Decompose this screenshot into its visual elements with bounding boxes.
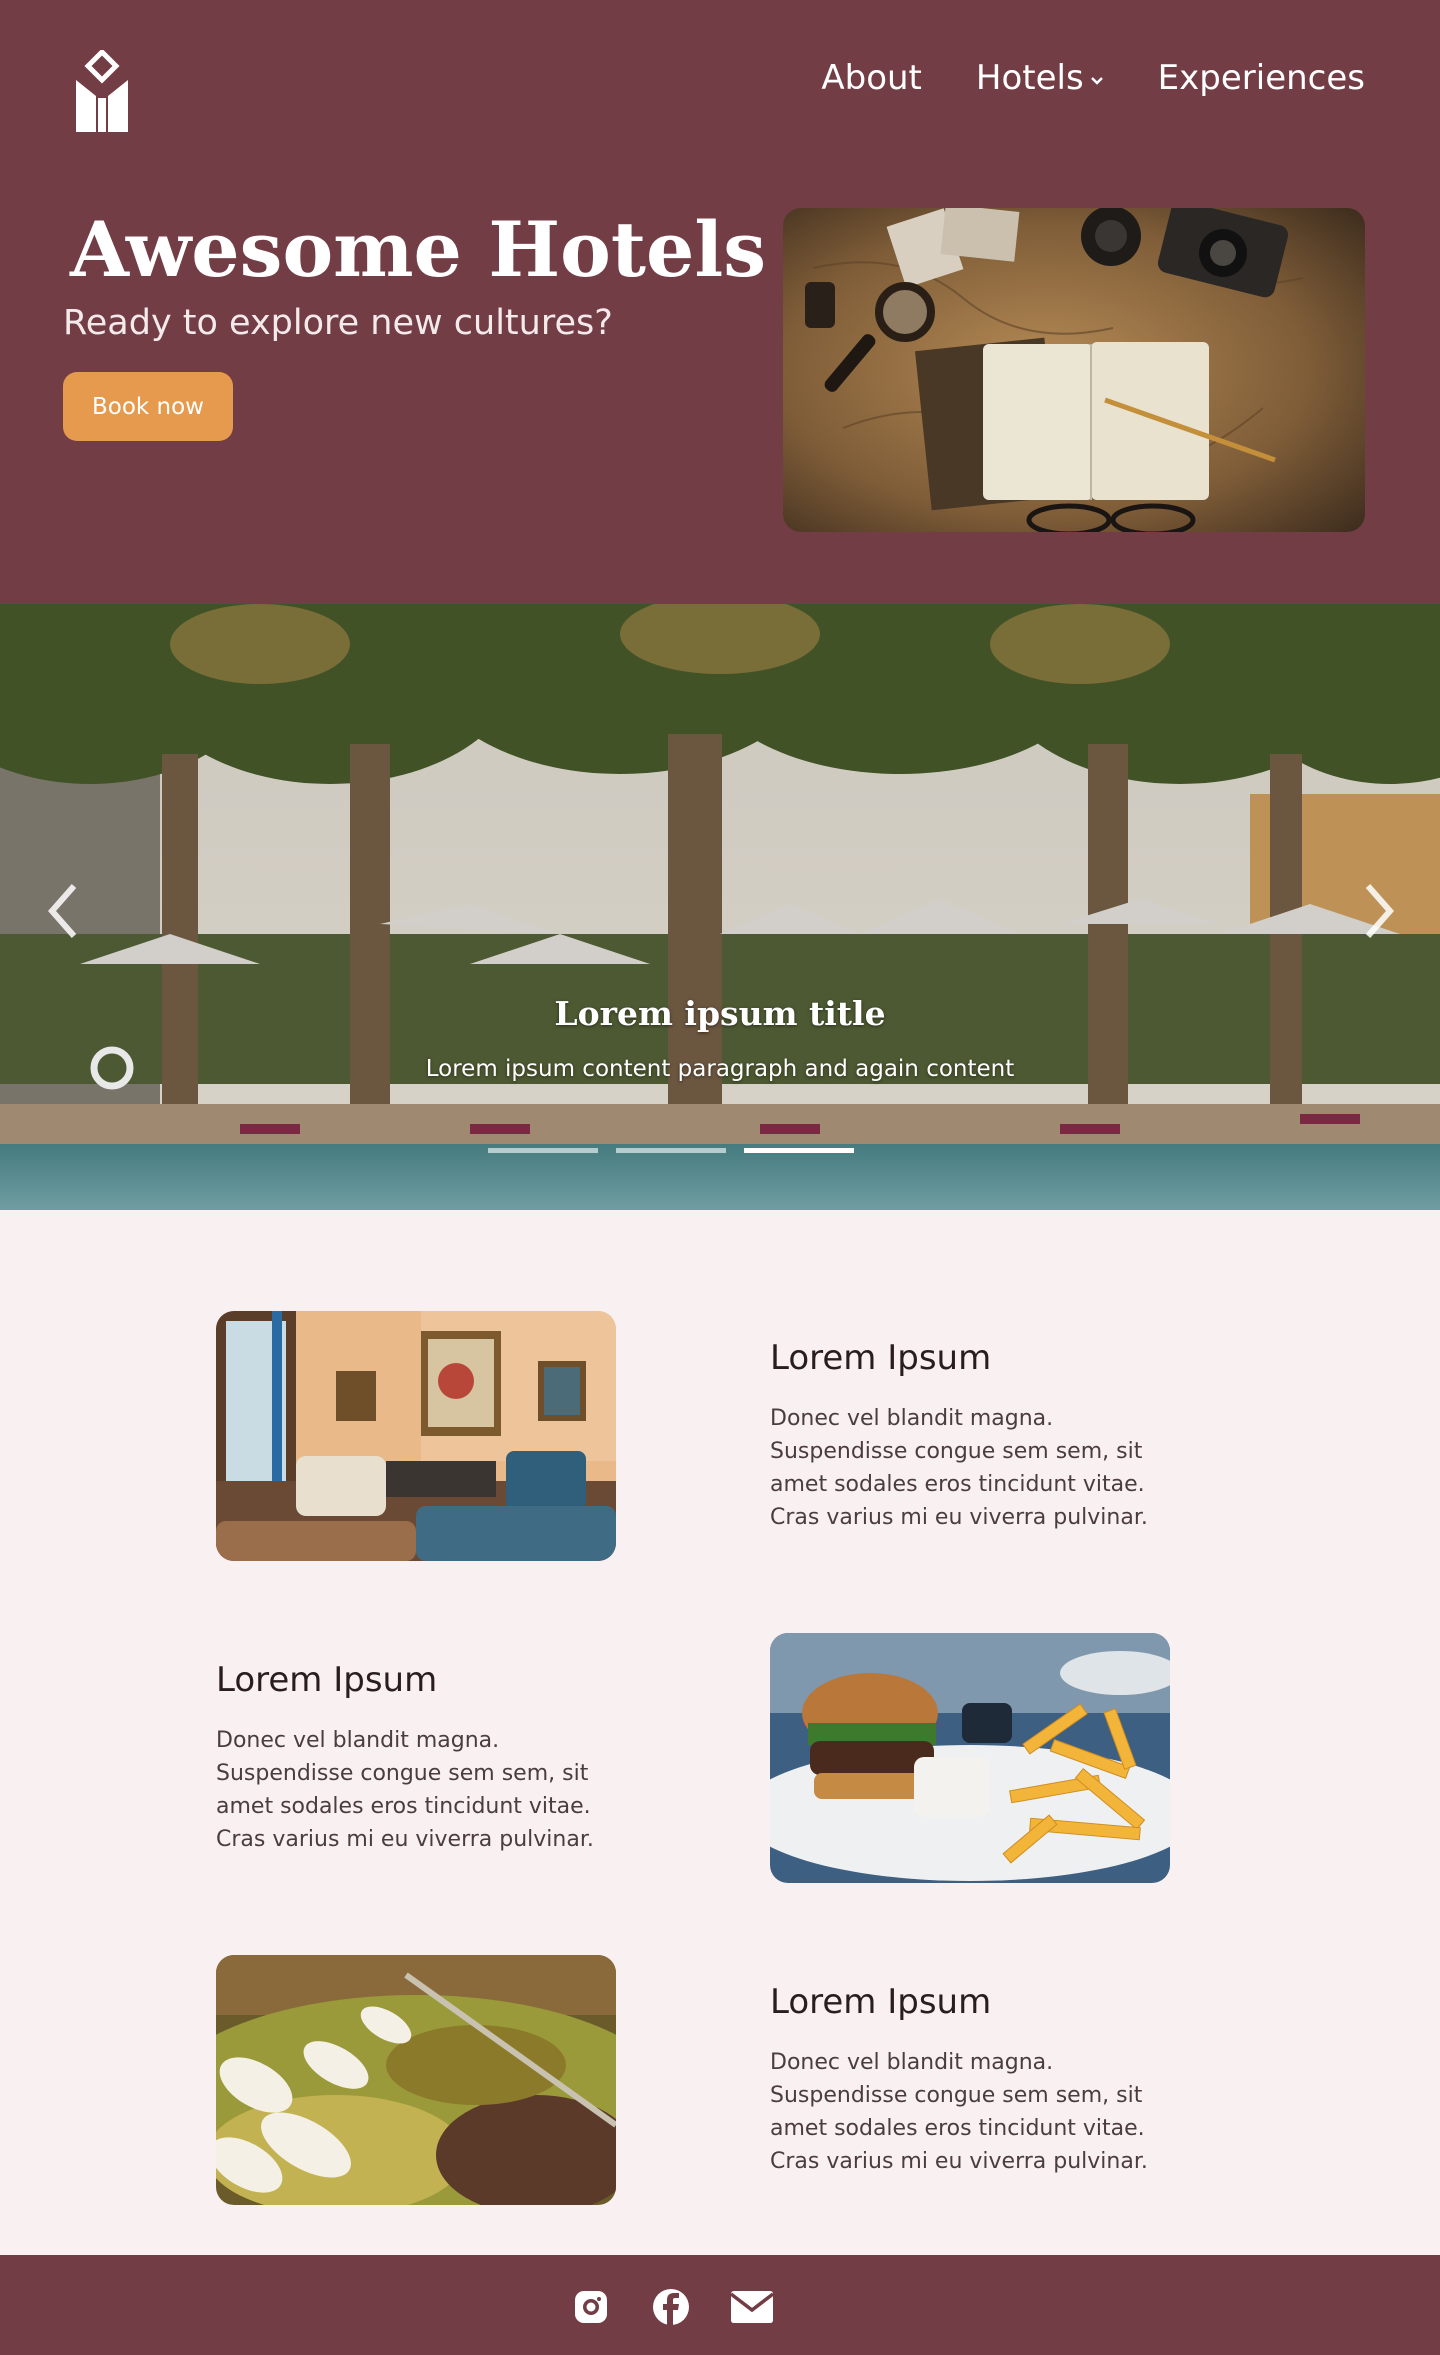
feature-heading: Lorem Ipsum	[770, 1338, 992, 1378]
travel-map-notebook-camera-photo	[783, 208, 1365, 532]
hero-subtitle: Ready to explore new cultures?	[63, 303, 613, 343]
carousel: Lorem ipsum title Lorem ipsum content pa…	[0, 604, 1440, 1210]
chevron-down-icon	[1090, 77, 1103, 85]
feature-heading: Lorem Ipsum	[216, 1660, 438, 1700]
nav-item-label: About	[821, 58, 922, 98]
instagram-icon[interactable]	[571, 2289, 611, 2325]
carousel-indicator[interactable]	[744, 1148, 854, 1153]
olives-market-photo	[216, 1955, 616, 2205]
chevron-right-icon	[1365, 884, 1394, 938]
nav-item-experiences[interactable]: Experiences	[1158, 58, 1365, 98]
main-nav: About Hotels Experiences	[767, 58, 1365, 98]
carousel-next-button[interactable]	[1352, 876, 1402, 946]
feature-card: Lorem Ipsum Donec vel blandit magna. Sus…	[216, 1660, 616, 1856]
feature-body: Donec vel blandit magna. Suspendisse con…	[770, 1406, 1148, 1530]
carousel-indicators	[488, 1148, 854, 1153]
burger-and-fries-photo	[770, 1633, 1170, 1883]
hotel-lounge-photo	[216, 1311, 616, 1561]
feature-body: Donec vel blandit magna. Suspendisse con…	[216, 1728, 594, 1852]
nav-item-label: Experiences	[1157, 58, 1365, 98]
carousel-prev-button[interactable]	[40, 876, 90, 946]
carousel-slide-text: Lorem ipsum content paragraph and again …	[425, 1056, 1015, 1082]
feature-card: Lorem Ipsum Donec vel blandit magna. Sus…	[770, 1338, 1170, 1534]
feature-card: Lorem Ipsum Donec vel blandit magna. Sus…	[770, 1982, 1170, 2178]
hero-section: About Hotels Experiences Awesome Hotels …	[0, 0, 1440, 604]
carousel-indicator[interactable]	[488, 1148, 598, 1153]
mail-icon[interactable]	[729, 2289, 775, 2325]
footer	[0, 2255, 1440, 2355]
nav-item-hotels[interactable]: Hotels	[976, 58, 1104, 98]
resort-pool-palm-trees-photo	[0, 604, 1440, 1210]
carousel-slide-title: Lorem ipsum title	[554, 994, 886, 1033]
carousel-indicator[interactable]	[616, 1148, 726, 1153]
nav-item-about[interactable]: About	[821, 58, 922, 98]
hero-title: Awesome Hotels	[70, 205, 766, 294]
facebook-icon[interactable]	[651, 2289, 691, 2325]
hotel-building-logo[interactable]	[76, 50, 128, 132]
feature-body: Donec vel blandit magna. Suspendisse con…	[770, 2050, 1148, 2174]
nav-item-label: Hotels	[975, 58, 1084, 98]
chevron-left-icon	[48, 884, 77, 938]
book-now-button[interactable]: Book now	[63, 372, 233, 441]
feature-heading: Lorem Ipsum	[770, 1982, 992, 2022]
